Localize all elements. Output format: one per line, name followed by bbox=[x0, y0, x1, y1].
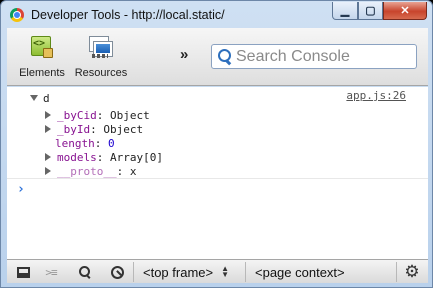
property-key: __proto__ bbox=[57, 164, 117, 178]
property-separator: : bbox=[96, 108, 110, 122]
property-separator: : bbox=[90, 122, 104, 136]
console-prompt[interactable]: › bbox=[17, 182, 25, 197]
expand-triangle-icon[interactable] bbox=[45, 125, 51, 133]
tab-resources[interactable]: Resources bbox=[71, 34, 131, 79]
search-icon bbox=[216, 48, 234, 66]
status-bar: >≡ <top frame> ▲ ▼ <page context> ⚙ bbox=[7, 259, 428, 283]
dock-icon bbox=[16, 266, 30, 278]
console-panel: d app.js:26 _byCid: Object _byId: Object… bbox=[7, 87, 428, 259]
panels-overflow-button[interactable]: » bbox=[180, 46, 188, 63]
property-key: models bbox=[57, 150, 97, 164]
toggle-drawer-button[interactable]: >≡ bbox=[38, 261, 64, 283]
expand-triangle-icon[interactable] bbox=[45, 111, 51, 119]
property-row[interactable]: _byId: Object bbox=[45, 122, 143, 136]
frame-select-value: <top frame> bbox=[143, 264, 214, 280]
devtools-window: Developer Tools - http://local.static/ ▁… bbox=[0, 0, 433, 288]
object-name: d bbox=[43, 92, 50, 105]
property-row[interactable]: __proto__: x bbox=[45, 164, 136, 178]
property-value: Object bbox=[110, 108, 150, 122]
tab-elements-label: Elements bbox=[19, 67, 65, 79]
frame-select[interactable]: <top frame> ▲ ▼ bbox=[143, 262, 229, 282]
minimize-button[interactable]: ▁ bbox=[332, 2, 358, 20]
console-log-entry: d app.js:26 _byCid: Object _byId: Object… bbox=[7, 87, 428, 179]
search-console-button[interactable] bbox=[72, 261, 98, 283]
resources-icon bbox=[86, 34, 116, 62]
context-select-value: <page context> bbox=[255, 264, 345, 280]
property-row[interactable]: _byCid: Object bbox=[45, 108, 150, 122]
property-separator: : bbox=[94, 136, 108, 150]
property-value: Array[0] bbox=[110, 150, 163, 164]
expand-triangle-icon[interactable] bbox=[45, 153, 51, 161]
chrome-logo-icon bbox=[10, 8, 24, 22]
clear-console-button[interactable] bbox=[104, 261, 130, 283]
tab-elements[interactable]: <> Elements bbox=[17, 34, 67, 79]
property-separator: : bbox=[116, 164, 130, 178]
tab-resources-label: Resources bbox=[74, 67, 128, 79]
property-row: length: 0 bbox=[45, 136, 115, 150]
gear-icon: ⚙ bbox=[404, 262, 420, 281]
source-link[interactable]: app.js:26 bbox=[346, 89, 406, 102]
select-arrows-icon: ▲ ▼ bbox=[221, 264, 230, 279]
search-box bbox=[211, 44, 417, 69]
property-key: _byId bbox=[57, 122, 91, 136]
collapse-triangle-icon[interactable] bbox=[30, 95, 38, 101]
property-key: _byCid bbox=[57, 108, 97, 122]
elements-icon: <> bbox=[27, 34, 57, 62]
clear-icon bbox=[110, 265, 124, 279]
settings-button[interactable]: ⚙ bbox=[399, 261, 425, 283]
property-value: Object bbox=[103, 122, 144, 136]
search-icon bbox=[78, 265, 92, 279]
expand-triangle-icon[interactable] bbox=[45, 167, 51, 175]
window-title: Developer Tools - http://local.static/ bbox=[31, 8, 225, 22]
window-controls: ▁ ▢ ✕ bbox=[332, 2, 427, 20]
search-input[interactable] bbox=[236, 47, 416, 66]
property-value: 0 bbox=[108, 136, 115, 150]
property-value: x bbox=[129, 164, 137, 178]
title-bar: Developer Tools - http://local.static/ ▁… bbox=[1, 1, 432, 27]
maximize-button[interactable]: ▢ bbox=[358, 2, 383, 20]
close-button[interactable]: ✕ bbox=[383, 2, 427, 20]
property-separator: : bbox=[96, 150, 110, 164]
context-select[interactable]: <page context> bbox=[255, 262, 345, 282]
dock-button[interactable] bbox=[10, 261, 36, 283]
panel-toolbar: <> Elements Resources » bbox=[7, 28, 428, 86]
drawer-icon: >≡ bbox=[45, 265, 57, 279]
property-key: length bbox=[55, 136, 95, 150]
property-row[interactable]: models: Array[0] bbox=[45, 150, 163, 164]
